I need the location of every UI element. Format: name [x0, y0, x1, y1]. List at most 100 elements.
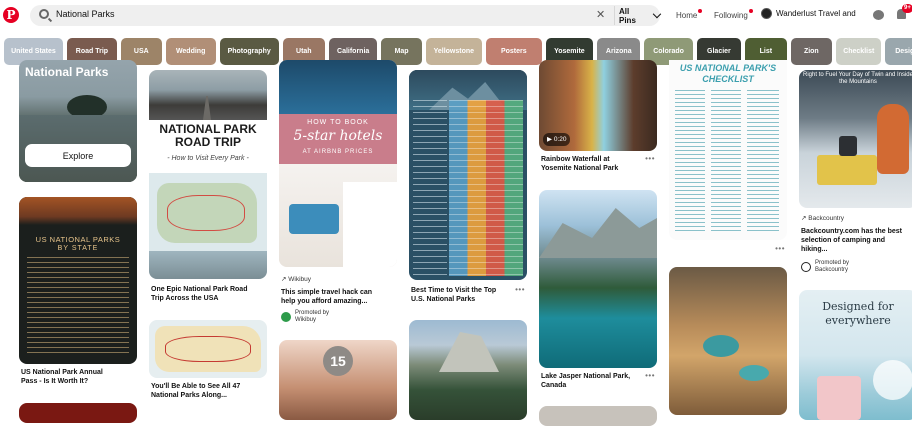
pin-airbnb-hotels[interactable]: HOW TO BOOK 5-star hotels AT AIRBNB PRIC…: [279, 60, 397, 267]
pin-road-trip-guide[interactable]: NATIONAL PARK ROAD TRIP - How to Visit E…: [149, 70, 267, 279]
hotel-line-1: HOW TO BOOK: [307, 119, 369, 126]
chat-icon[interactable]: [873, 10, 884, 20]
pin-national-parks-map[interactable]: [149, 320, 267, 378]
promoted-by[interactable]: Promoted by Wikibuy: [281, 310, 329, 324]
mountain-range-shape: [539, 208, 657, 258]
half-dome-shape: [439, 332, 499, 372]
pin-caption[interactable]: You'll Be Able to See All 47 National Pa…: [151, 382, 251, 400]
turquoise-pool-shape: [739, 365, 769, 381]
guide-chip[interactable]: Checklist: [836, 38, 882, 65]
pin-rainbow-waterfall-video[interactable]: ▶ 0:20: [539, 60, 657, 151]
top-navigation-bar: P National Parks ✕ All Pins Home Followi…: [0, 0, 912, 32]
pink-luggage-shape: [817, 376, 861, 420]
pin-national-park-checklist[interactable]: US NATIONAL PARK'S CHECKLIST: [669, 60, 787, 240]
promoter-logo: [801, 262, 811, 272]
pin-designed-for-everywhere[interactable]: Designed for everywhere: [799, 290, 912, 420]
promoter-name: Backcountry: [815, 267, 849, 273]
pin-caption[interactable]: This simple travel hack can help you aff…: [281, 288, 381, 306]
road-shape: [203, 96, 211, 120]
pin-canyon-list[interactable]: 15: [279, 340, 397, 420]
avatar: [761, 8, 772, 19]
promoter-name: Wikibuy: [295, 317, 317, 323]
map-route-shape: [167, 195, 245, 231]
bottom-photo-strip: [149, 251, 267, 279]
more-options-icon[interactable]: •••: [645, 371, 655, 380]
search-filter-label: All Pins: [619, 6, 636, 25]
grid-lines: [449, 100, 523, 276]
search-bar[interactable]: National Parks ✕ All Pins: [30, 5, 662, 26]
pin-caption[interactable]: Rainbow Waterfall at Yosemite National P…: [541, 155, 641, 173]
chevron-down-icon: [652, 9, 662, 19]
promoted-label: Promoted by: [295, 310, 330, 316]
more-options-icon[interactable]: •••: [515, 285, 525, 294]
close-icon[interactable]: ✕: [596, 8, 605, 21]
more-options-icon[interactable]: •••: [645, 154, 655, 163]
guide-chip[interactable]: Desig: [885, 38, 912, 65]
guide-chip[interactable]: Zion: [790, 38, 833, 65]
pin-source: ↗ Wikibuy: [281, 276, 312, 283]
guide-chip[interactable]: Wedding: [165, 38, 216, 65]
santorini-photo: [279, 164, 397, 267]
checklist-column-1: [675, 90, 705, 234]
profile-link[interactable]: Wanderlust Travel and: [761, 8, 856, 19]
pin-caption[interactable]: US National Park Annual Pass - Is It Wor…: [21, 368, 121, 386]
road-trip-map: [149, 173, 267, 279]
notification-badge: 9+: [902, 4, 912, 13]
road-trip-subtitle: - How to Visit Every Park -: [167, 155, 249, 162]
ad-headline-2: everywhere: [825, 314, 891, 327]
pin-partial-red[interactable]: [19, 403, 137, 423]
white-building-shape: [343, 182, 397, 267]
number-badge: 15: [323, 346, 353, 376]
pin-caption[interactable]: One Epic National Park Road Trip Across …: [151, 285, 251, 303]
poster-title: US NATIONAL PARKS: [35, 235, 121, 244]
board-title: National Parks: [25, 65, 109, 79]
more-options-icon[interactable]: •••: [775, 244, 785, 253]
search-input[interactable]: National Parks: [56, 9, 115, 19]
snowflake-deco: [873, 360, 912, 400]
turquoise-pool-shape: [703, 335, 739, 357]
pin-best-time-infographic[interactable]: [409, 70, 527, 280]
pin-cave-pools[interactable]: [669, 267, 787, 415]
poster-mountain-band: [19, 197, 137, 225]
pin-us-parks-by-state-poster[interactable]: US NATIONAL PARKS BY STATE: [19, 197, 137, 364]
pool-photo: [279, 60, 397, 114]
search-icon: [39, 9, 49, 19]
stove-shape: [839, 136, 857, 156]
pin-yosemite-valley[interactable]: [409, 320, 527, 420]
yellow-pad-shape: [817, 155, 877, 185]
explore-button[interactable]: Explore: [25, 144, 131, 167]
promoted-label: Promoted by: [815, 260, 850, 266]
pin-lake-jasper[interactable]: [539, 190, 657, 368]
pin-caption[interactable]: Best Time to Visit the Top U.S. National…: [411, 286, 511, 304]
nav-following-link[interactable]: Following: [714, 11, 748, 20]
profile-name: Wanderlust Travel and: [776, 9, 856, 18]
poster-state-list: [27, 257, 129, 357]
promoter-logo: [281, 312, 291, 322]
hotel-title-band: HOW TO BOOK 5-star hotels AT AIRBNB PRIC…: [279, 114, 397, 164]
checklist-column-2: [711, 90, 741, 234]
promoted-by[interactable]: Promoted by Backcountry: [801, 260, 849, 274]
guide-chip[interactable]: Photography: [219, 38, 279, 65]
pin-national-parks-board[interactable]: National Parks Explore: [19, 60, 137, 182]
following-notification-dot: [749, 9, 753, 13]
search-filter-dropdown[interactable]: All Pins: [614, 6, 662, 25]
nav-home-link[interactable]: Home: [676, 11, 697, 20]
sea-shape: [289, 204, 339, 234]
camping-header-text: Right to Fuel Your Day of Twin and Insid…: [803, 72, 912, 85]
map-route-shape: [165, 336, 251, 362]
road-trip-title: NATIONAL PARK ROAD TRIP: [159, 122, 257, 149]
home-notification-dot: [698, 9, 702, 13]
guide-chip[interactable]: Yellowstone: [425, 38, 482, 65]
guide-chip[interactable]: Posters: [485, 38, 542, 65]
pin-source: ↗ Backcountry: [801, 215, 845, 222]
park-name-list: [413, 100, 447, 276]
pin-caption[interactable]: Lake Jasper National Park, Canada: [541, 372, 641, 390]
checklist-title: US NATIONAL PARK'S CHECKLIST: [679, 63, 777, 84]
pinterest-logo[interactable]: P: [3, 7, 19, 23]
pin-caption[interactable]: Backcountry.com has the best selection o…: [801, 227, 912, 254]
pin-camping-stove[interactable]: Right to Fuel Your Day of Twin and Insid…: [799, 70, 912, 208]
hotel-line-3: AT AIRBNB PRICES: [302, 149, 374, 155]
poster-subtitle: BY STATE: [57, 245, 99, 252]
checklist-column-3: [747, 90, 779, 234]
pin-partial-gray[interactable]: [539, 406, 657, 426]
